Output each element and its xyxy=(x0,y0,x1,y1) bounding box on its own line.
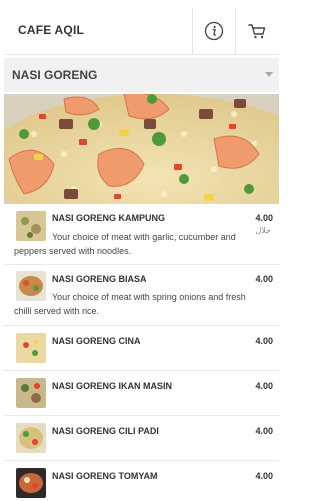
menu-item-price: 4.00 xyxy=(255,381,273,391)
menu-item-thumbnail xyxy=(16,333,46,363)
menu-item-name: NASI GORENG BIASA xyxy=(52,274,147,284)
info-button[interactable] xyxy=(192,8,235,54)
menu-item[interactable]: NASI GORENG CILI PADI 4.00 xyxy=(4,416,279,461)
menu-item-thumbnail xyxy=(16,378,46,408)
halal-badge: حلال xyxy=(255,226,271,235)
chevron-down-icon xyxy=(265,72,273,77)
menu-item-name: NASI GORENG IKAN MASIN xyxy=(52,381,173,391)
menu-item-name: NASI GORENG CILI PADI xyxy=(52,426,159,436)
menu-item-description: Your choice of meat with spring onions a… xyxy=(14,292,246,316)
cart-icon xyxy=(248,24,266,39)
menu-item-name: NASI GORENG CINA xyxy=(52,336,141,346)
cafe-name: CAFE AQIL xyxy=(18,23,85,37)
app-header: CAFE AQIL xyxy=(4,8,279,55)
menu-item-price: 4.00 xyxy=(255,274,273,284)
menu-item-name: NASI GORENG TOMYAM xyxy=(52,471,158,481)
info-icon xyxy=(204,21,224,41)
category-dropdown[interactable]: NASI GORENG xyxy=(4,58,279,92)
menu-item-thumbnail xyxy=(16,423,46,453)
menu-item-thumbnail xyxy=(16,468,46,498)
menu-item[interactable]: NASI GORENG KAMPUNG 4.00 Your choice of … xyxy=(4,206,279,265)
menu-item[interactable]: NASI GORENG BIASA 4.00 Your choice of me… xyxy=(4,265,279,326)
menu-item-price: 4.00 xyxy=(255,471,273,481)
menu-item-price: 4.00 xyxy=(255,336,273,346)
menu-item-list: NASI GORENG KAMPUNG 4.00 Your choice of … xyxy=(4,206,279,501)
menu-item-name: NASI GORENG KAMPUNG xyxy=(52,213,166,223)
menu-item[interactable]: NASI GORENG IKAN MASIN 4.00 xyxy=(4,371,279,416)
menu-item-price: 4.00 xyxy=(255,426,273,436)
menu-item-description: Your choice of meat with garlic, cucumbe… xyxy=(14,232,236,256)
menu-item-price: 4.00 xyxy=(255,213,273,223)
cart-button[interactable] xyxy=(235,8,278,54)
menu-item[interactable]: NASI GORENG CINA 4.00 xyxy=(4,326,279,371)
category-hero-image xyxy=(4,94,279,204)
menu-item[interactable]: NASI GORENG TOMYAM 4.00 xyxy=(4,461,279,501)
category-label: NASI GORENG xyxy=(12,68,98,82)
